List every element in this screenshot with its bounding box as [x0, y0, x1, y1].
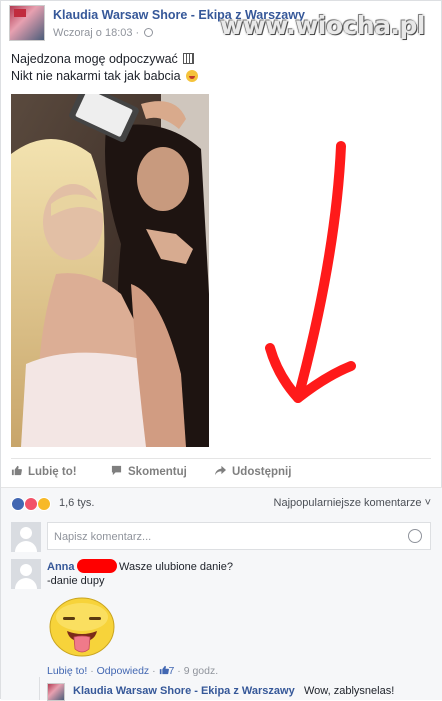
- comment-time[interactable]: 9 godz.: [184, 665, 218, 677]
- post-actions-bar: Lubię to! Skomentuj Udostępnij: [11, 458, 431, 484]
- meta-separator: ·: [135, 27, 140, 39]
- emoji-picker-icon[interactable]: [408, 529, 422, 543]
- post-text-line-2: Nikt nie nakarmi tak jak babcia: [11, 68, 199, 85]
- love-reaction-icon[interactable]: [24, 497, 38, 511]
- comment-sort-dropdown[interactable]: Najpopularniejsze komentarze ˅: [274, 497, 431, 509]
- red-arrow-drawing: [265, 141, 356, 403]
- watermark: www.wiocha.pl: [220, 11, 425, 40]
- share-icon: [215, 465, 226, 476]
- post-photo[interactable]: [11, 94, 209, 447]
- tongue-out-sticker: [49, 597, 115, 657]
- reply-thread-line: [39, 677, 40, 700]
- comment-icon: [111, 465, 122, 476]
- comment-button[interactable]: Skomentuj: [111, 465, 187, 478]
- comment-text-line-1: Wasze ulubione danie?: [119, 561, 233, 573]
- comment-like-link[interactable]: Lubię to!: [47, 665, 87, 677]
- redaction-mark: [77, 559, 117, 573]
- share-button[interactable]: Udostępnij: [215, 465, 291, 478]
- reaction-count[interactable]: 1,6 tys.: [59, 497, 94, 509]
- comment-input[interactable]: Napisz komentarz...: [47, 522, 431, 550]
- globe-icon: [144, 28, 154, 37]
- building-emoji-icon: [183, 53, 195, 64]
- reply-avatar[interactable]: [47, 683, 65, 701]
- photo-illustration: [11, 94, 209, 447]
- post-text-line-1: Najedzona mogę odpoczywać: [11, 51, 198, 68]
- like-reaction-icon[interactable]: [11, 497, 25, 511]
- comments-section: Napisz komentarz... Anna C Wasze ulubion…: [1, 517, 442, 701]
- comment-text-line-2: -danie dupy: [47, 575, 105, 587]
- comment-reply-link[interactable]: Odpowiedz: [97, 665, 150, 677]
- comment-input-placeholder: Napisz komentarz...: [54, 531, 152, 543]
- like-button[interactable]: Lubię to!: [11, 465, 77, 478]
- comment-like-count[interactable]: 7: [159, 665, 174, 677]
- haha-reaction-icon[interactable]: [37, 497, 51, 511]
- post-timestamp[interactable]: Wczoraj o 18:03: [53, 27, 132, 39]
- commenter-avatar[interactable]: [11, 559, 41, 589]
- reactions-bar: 1,6 tys. Najpopularniejsze komentarze ˅: [1, 487, 442, 517]
- yum-emoji-icon: [186, 70, 199, 82]
- thumbs-up-icon: [11, 465, 22, 476]
- reply-author[interactable]: Klaudia Warsaw Shore - Ekipa z Warszawy: [73, 685, 295, 697]
- reply-text: Wow, zablysnelas!: [304, 685, 395, 697]
- post-text: Najedzona mogę odpoczywać Nikt nie nakar…: [11, 51, 199, 85]
- current-user-avatar: [11, 522, 41, 552]
- post-meta: Wczoraj o 18:03 ·: [53, 27, 154, 39]
- thumbs-up-icon: [159, 665, 169, 675]
- page-avatar[interactable]: [9, 5, 45, 41]
- post-card: Klaudia Warsaw Shore - Ekipa z Warszawy …: [0, 0, 442, 701]
- comment-meta: Lubię to! · Odpowiedz · 7 · 9 godz.: [47, 665, 219, 677]
